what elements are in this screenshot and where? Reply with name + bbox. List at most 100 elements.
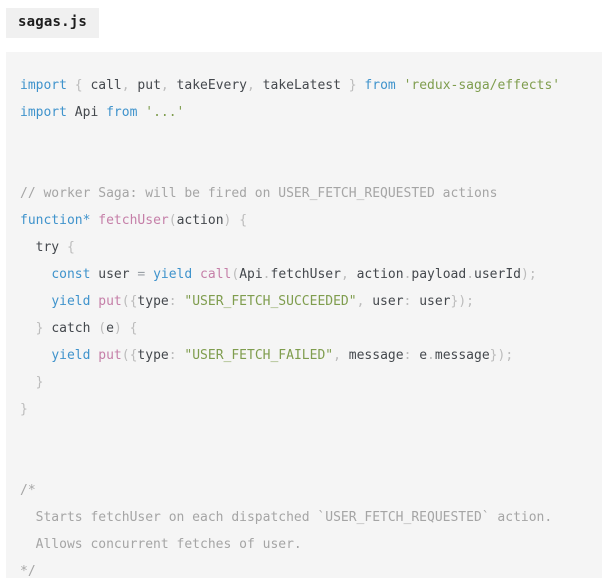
code-token-pln <box>20 240 36 255</box>
code-token-pun: , <box>340 267 349 282</box>
code-token-kw: from <box>364 78 396 93</box>
code-token-pun: . <box>427 348 435 363</box>
code-token-pun: : <box>168 348 177 363</box>
code-token-pun: ( <box>98 321 107 336</box>
code-token-pun: : <box>168 294 177 309</box>
code-token-pln <box>20 348 51 363</box>
code-token-fn: fetchUser <box>98 213 169 228</box>
code-token-pln: call <box>82 78 122 93</box>
code-token-kw: yield <box>51 348 91 363</box>
code-token-kw: from <box>106 105 138 120</box>
code-line: /* <box>6 477 602 504</box>
code-token-pln: catch <box>51 321 91 336</box>
code-token-pln: action <box>348 267 404 282</box>
code-token-pun: { <box>129 321 138 336</box>
code-token-pln <box>192 267 200 282</box>
code-token-pln: message <box>434 348 490 363</box>
code-token-pln: user <box>90 267 138 282</box>
code-line: const user = yield call(Api.fetchUser, a… <box>6 261 602 288</box>
file-tab-sagas-js[interactable]: sagas.js <box>6 8 100 38</box>
code-block[interactable]: import { call, put, takeEvery, takeLates… <box>6 52 602 578</box>
code-token-pln: type <box>137 294 169 309</box>
code-token-pun: } <box>35 375 44 390</box>
code-token-pun: { <box>66 240 75 255</box>
code-line: import { call, put, takeEvery, takeLates… <box>6 72 602 99</box>
code-line: // worker Saga: will be fired on USER_FE… <box>6 180 602 207</box>
code-token-fn: put <box>98 294 122 309</box>
code-token-pln <box>122 321 130 336</box>
code-line: Allows concurrent fetches of user. <box>6 531 602 558</box>
code-token-pun: ({ <box>121 348 138 363</box>
code-token-pun: , <box>121 78 130 93</box>
code-token-pln: type <box>137 348 169 363</box>
code-line: yield put({type: "USER_FETCH_SUCCEEDED",… <box>6 288 602 315</box>
code-token-kw: function* <box>20 213 91 228</box>
code-token-com: */ <box>20 564 36 578</box>
code-token-str: "USER_FETCH_SUCCEEDED" <box>184 294 357 309</box>
code-token-kw: yield <box>51 294 91 309</box>
code-token-pun: } <box>348 78 357 93</box>
code-token-pun: ) <box>113 321 122 336</box>
code-token-pln: fetchUser <box>270 267 341 282</box>
code-line: function* fetchUser(action) { <box>6 207 602 234</box>
code-token-fn: put <box>98 348 122 363</box>
code-token-pln <box>20 267 51 282</box>
code-token-str: "USER_FETCH_FAILED" <box>184 348 334 363</box>
code-token-pln: user <box>411 294 451 309</box>
code-token-pln <box>20 321 36 336</box>
code-token-pln: takeLatest <box>254 78 349 93</box>
code-token-pln: user <box>364 294 404 309</box>
code-token-com: /* <box>20 483 36 498</box>
code-token-pun: } <box>20 402 28 417</box>
code-line: } catch (e) { <box>6 315 602 342</box>
code-token-pun: ({ <box>121 294 138 309</box>
code-token-pln: takeEvery <box>168 78 248 93</box>
code-token-pln: Api <box>239 267 263 282</box>
code-line: try { <box>6 234 602 261</box>
code-token-com: Allows concurrent fetches of user. <box>20 537 302 552</box>
code-token-pun: }); <box>489 348 514 363</box>
code-token-pun: { <box>239 213 248 228</box>
code-token-pun: { <box>74 78 83 93</box>
code-line: } <box>6 396 602 423</box>
code-token-pln: action <box>176 213 224 228</box>
code-line: import Api from '...' <box>6 99 602 126</box>
code-token-pln: try <box>35 240 60 255</box>
code-token-pln: Api <box>66 105 107 120</box>
code-token-pun: }); <box>450 294 474 309</box>
code-viewer-page: sagas.js import { call, put, takeEvery, … <box>0 0 602 578</box>
code-token-kw: import <box>20 78 67 93</box>
code-lines: import { call, put, takeEvery, takeLates… <box>6 52 602 578</box>
code-token-pln: e <box>106 321 114 336</box>
code-line: Starts fetchUser on each dispatched `USE… <box>6 504 602 531</box>
code-token-pln <box>145 267 153 282</box>
code-token-pln <box>59 240 67 255</box>
code-token-kw: import <box>20 105 67 120</box>
code-token-pln <box>20 375 36 390</box>
code-token-pun: , <box>333 348 341 363</box>
code-line: } <box>6 369 602 396</box>
code-token-pln <box>231 213 239 228</box>
code-token-pln <box>20 294 51 309</box>
code-token-str: '...' <box>145 105 185 120</box>
code-token-pun: . <box>262 267 271 282</box>
code-token-pln: e <box>411 348 428 363</box>
code-token-pun: , <box>247 78 255 93</box>
code-token-pun: . <box>466 267 475 282</box>
code-token-kw: const <box>51 267 91 282</box>
code-line: */ <box>6 558 602 578</box>
code-token-pln: userId <box>474 267 521 282</box>
code-token-kw: yield <box>153 267 193 282</box>
code-token-pln <box>396 78 404 93</box>
code-token-com: // worker Saga: will be fired on USER_FE… <box>20 186 498 201</box>
code-token-pln: payload <box>411 267 467 282</box>
tab-bar: sagas.js <box>0 0 602 52</box>
code-token-str: 'redux-saga/effects' <box>403 78 561 93</box>
code-token-pun: , <box>160 78 169 93</box>
code-token-pln: message <box>340 348 404 363</box>
code-token-fn: call <box>200 267 232 282</box>
